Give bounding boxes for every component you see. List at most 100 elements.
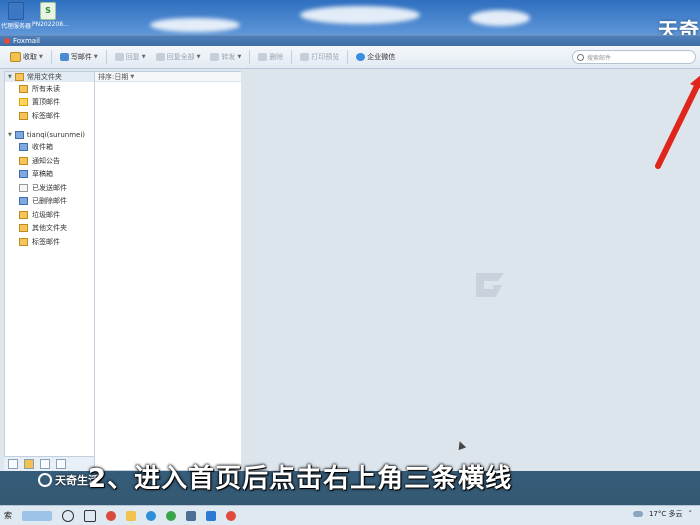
title-bar: Foxmail xyxy=(0,36,700,46)
reply-button[interactable]: 回复 ▼ xyxy=(111,49,150,65)
forward-icon xyxy=(210,53,220,61)
folder-label: 已发送邮件 xyxy=(32,183,67,192)
desktop-icon-label: 代理服务器 xyxy=(0,23,31,30)
folder-item-drafts[interactable]: 草稿箱 xyxy=(5,168,94,182)
folder-label: 通知公告 xyxy=(32,156,60,165)
calendar-icon[interactable] xyxy=(40,459,50,469)
toolbar-divider xyxy=(249,50,251,64)
red-arrow-annotation xyxy=(655,75,700,169)
desktop-icon-proxy[interactable]: 代理服务器 xyxy=(0,2,32,30)
folder-label: 所有未读 xyxy=(32,84,60,93)
chevron-down-icon[interactable]: ▼ xyxy=(94,54,98,60)
sent-icon xyxy=(19,183,28,192)
folder-label: 其他文件夹 xyxy=(32,224,67,233)
spam-icon xyxy=(19,210,28,219)
print-preview-label: 打印预览 xyxy=(311,53,340,61)
taskbar: 索 17°C 多云 ˄ xyxy=(0,505,700,525)
folder-item-spam[interactable]: 垃圾邮件 xyxy=(5,208,94,222)
foxmail-window: Foxmail 收取 ▼ 写邮件 ▼ 回复 ▼ 回复全部 ▼ 转发 ▼ 删除 打… xyxy=(0,35,700,471)
toolbar-divider xyxy=(105,50,107,64)
wechat-icon[interactable] xyxy=(166,510,176,521)
chevron-down-icon[interactable]: ▼ xyxy=(8,74,12,80)
chevron-down-icon[interactable]: ▼ xyxy=(237,54,241,60)
chevron-down-icon[interactable]: ▼ xyxy=(142,54,146,60)
chevron-down-icon[interactable]: ▼ xyxy=(39,54,43,60)
chevron-down-icon[interactable]: ▼ xyxy=(130,74,134,80)
sort-bar[interactable]: 排序:日期 ▼ xyxy=(95,72,241,82)
folder-icon xyxy=(19,84,28,93)
account-label: tianqi(surunmei) xyxy=(26,130,86,139)
account-row[interactable]: ▼ tianqi(surunmei) xyxy=(5,129,94,141)
delete-button[interactable]: 删除 xyxy=(254,49,287,65)
print-preview-button[interactable]: 打印预览 xyxy=(296,49,343,65)
folder-label: 标签邮件 xyxy=(32,111,60,120)
edge-icon[interactable] xyxy=(146,510,156,521)
task-view-icon[interactable] xyxy=(84,509,96,522)
desktop-icon-label: PN202208... xyxy=(32,21,69,28)
folder-label: 收件箱 xyxy=(32,143,53,152)
chevron-up-icon[interactable]: ˄ xyxy=(689,510,693,518)
tag-icon xyxy=(19,111,28,120)
enterprise-wechat-button[interactable]: 企业微信 xyxy=(352,49,399,65)
folder-icon xyxy=(14,73,24,81)
search-icon xyxy=(577,53,584,61)
inbox-icon xyxy=(19,143,28,152)
folder-pane: ▼ 常用文件夹 所有未读 置顶邮件 标签邮件 ▼ tianqi(surunmei… xyxy=(4,71,95,471)
forward-button[interactable]: 转发 ▼ xyxy=(206,49,245,65)
tutorial-subtitle: 2、进入首页后点击右上角三条横线 xyxy=(88,464,513,494)
search-input[interactable]: 搜索邮件 xyxy=(572,50,696,64)
folder-group-common[interactable]: ▼ 常用文件夹 xyxy=(5,72,94,82)
folder-item-tagged-account[interactable]: 标签邮件 xyxy=(5,235,94,249)
mail-icon[interactable] xyxy=(8,459,18,469)
chevron-down-icon[interactable]: ▼ xyxy=(197,54,201,60)
compose-button[interactable]: 写邮件 ▼ xyxy=(56,49,102,65)
compose-label: 写邮件 xyxy=(70,53,92,61)
desktop-icon-document[interactable]: S PN202208... xyxy=(32,2,69,28)
folder-item-notices[interactable]: 通知公告 xyxy=(5,154,94,168)
document-icon: S xyxy=(40,2,56,20)
trash-icon xyxy=(19,197,28,206)
chevron-down-icon[interactable]: ▼ xyxy=(8,132,12,138)
folder-item-deleted[interactable]: 已删除邮件 xyxy=(5,195,94,209)
foxmail-taskbar-icon[interactable] xyxy=(226,510,236,521)
taskbar-left-text: 索 xyxy=(4,511,12,520)
folder-label: 置顶邮件 xyxy=(32,98,60,107)
folder-item-inbox[interactable]: 收件箱 xyxy=(5,141,94,155)
megaphone-icon xyxy=(19,156,28,165)
mail-list-pane: 排序:日期 ▼ xyxy=(94,71,242,471)
folder-item-tagged[interactable]: 标签邮件 xyxy=(5,109,94,123)
toolbar-divider xyxy=(291,50,293,64)
folder-item-pinned[interactable]: 置顶邮件 xyxy=(5,96,94,110)
folder-item-sent[interactable]: 已发送邮件 xyxy=(5,181,94,195)
cloud xyxy=(300,6,420,24)
receive-button[interactable]: 收取 ▼ xyxy=(6,49,47,65)
tag-icon xyxy=(19,237,28,246)
wechat-icon xyxy=(356,53,366,61)
folder-label: 草稿箱 xyxy=(32,170,53,179)
mouse-cursor-icon xyxy=(455,439,467,451)
weather-text[interactable]: 17°C 多云 xyxy=(649,509,683,519)
receive-label: 收取 xyxy=(23,53,37,61)
toolbar-divider xyxy=(347,50,349,64)
folder-label: 标签邮件 xyxy=(32,237,60,246)
pen-icon xyxy=(59,53,69,61)
file-explorer-icon[interactable] xyxy=(126,510,136,521)
folder-pane-footer xyxy=(4,456,97,471)
reply-all-icon xyxy=(155,53,165,61)
account-icon xyxy=(14,130,24,139)
folder-label: 垃圾邮件 xyxy=(32,210,60,219)
folder-group-label: 常用文件夹 xyxy=(26,73,62,81)
reply-all-button[interactable]: 回复全部 ▼ xyxy=(152,49,205,65)
chrome-icon[interactable] xyxy=(106,510,116,521)
notes-icon[interactable] xyxy=(56,459,66,469)
folder-item-other[interactable]: 其他文件夹 xyxy=(5,222,94,236)
star-icon xyxy=(19,98,28,107)
windows-store-icon[interactable] xyxy=(186,510,196,521)
search-circle-icon[interactable] xyxy=(62,509,74,522)
weather-cloud-icon xyxy=(632,511,643,517)
taskbar-app-icon[interactable] xyxy=(22,510,52,521)
address-book-icon[interactable] xyxy=(24,459,34,469)
app-icon[interactable] xyxy=(206,510,216,521)
folder-item-unread[interactable]: 所有未读 xyxy=(5,82,94,96)
envelope-icon xyxy=(10,52,21,62)
